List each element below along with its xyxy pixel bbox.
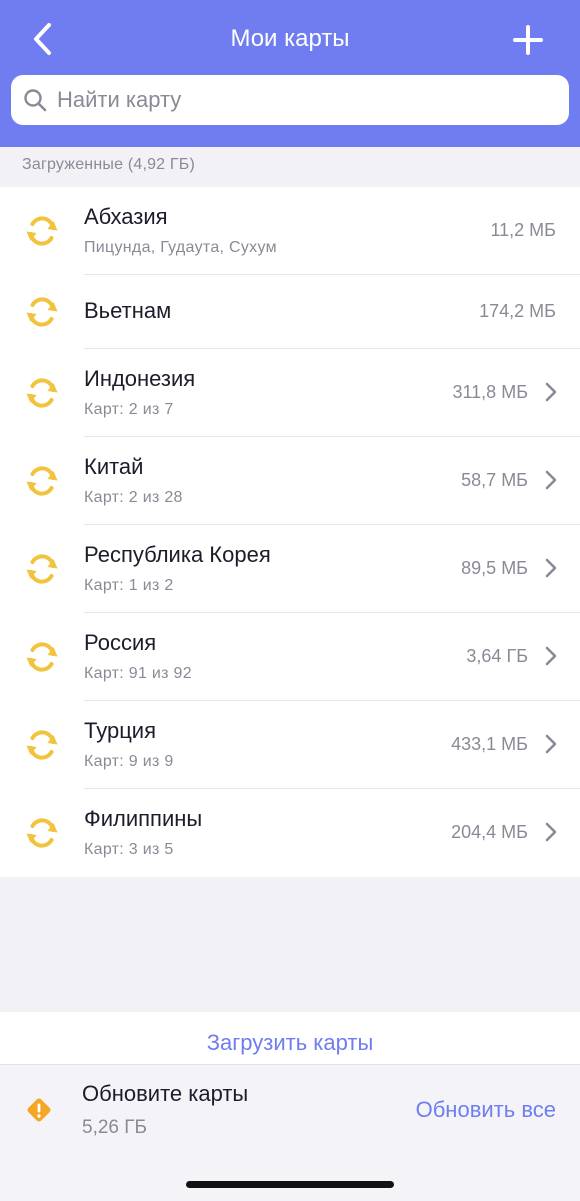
plus-icon (513, 25, 543, 55)
home-indicator (186, 1181, 394, 1188)
chevron-right-icon (545, 382, 557, 402)
map-list-item[interactable]: Турция Карт: 9 из 9 433,1 МБ (0, 701, 580, 789)
map-size: 433,1 МБ (451, 734, 528, 754)
chevron-right-icon (545, 734, 557, 754)
map-size: 174,2 МБ (479, 301, 556, 321)
map-list-item[interactable]: Китай Карт: 2 из 28 58,7 МБ (0, 437, 580, 525)
map-name: Китай (84, 454, 144, 479)
map-size: 3,64 ГБ (466, 646, 528, 666)
add-map-button[interactable] (506, 18, 550, 62)
update-title: Обновите карты (82, 1081, 249, 1106)
search-input[interactable] (55, 86, 539, 114)
sync-icon (26, 730, 58, 760)
map-list-item[interactable]: Республика Корея Карт: 1 из 2 89,5 МБ (0, 525, 580, 613)
map-subtitle: Карт: 2 из 28 (84, 489, 183, 506)
sync-icon (26, 818, 58, 848)
sync-icon (26, 466, 58, 496)
sync-icon (26, 297, 58, 327)
map-list-item[interactable]: Абхазия Пицунда, Гудаута, Сухум 11,2 МБ (0, 187, 580, 275)
header: Мои карты (0, 0, 580, 147)
map-size: 311,8 МБ (452, 382, 528, 402)
map-subtitle: Карт: 91 из 92 (84, 665, 192, 682)
sync-icon (26, 554, 58, 584)
map-size: 58,7 МБ (461, 470, 528, 490)
search-bar[interactable] (11, 75, 569, 125)
map-subtitle: Карт: 3 из 5 (84, 841, 174, 858)
map-list-item[interactable]: Индонезия Карт: 2 из 7 311,8 МБ (0, 349, 580, 437)
chevron-right-icon (545, 822, 557, 842)
load-maps-button[interactable]: Загрузить карты (207, 1030, 374, 1056)
map-subtitle: Карт: 9 из 9 (84, 753, 174, 770)
chevron-right-icon (545, 558, 557, 578)
map-subtitle: Карт: 2 из 7 (84, 401, 174, 418)
map-name: Турция (84, 718, 156, 743)
load-maps-bar: Загрузить карты (0, 1012, 580, 1064)
sync-icon (26, 378, 58, 408)
warning-icon (27, 1098, 51, 1122)
map-name: Индонезия (84, 366, 196, 391)
update-all-button[interactable]: Обновить все (416, 1097, 556, 1123)
map-list-item[interactable]: Россия Карт: 91 из 92 3,64 ГБ (0, 613, 580, 701)
update-size: 5,26 ГБ (82, 1117, 148, 1138)
map-list-item[interactable]: Филиппины Карт: 3 из 5 204,4 МБ (0, 789, 580, 877)
maps-list: Абхазия Пицунда, Гудаута, Сухум 11,2 МБ Вье… (0, 187, 580, 877)
chevron-right-icon (545, 470, 557, 490)
section-title: Загруженные (4,92 ГБ) (22, 156, 196, 173)
map-list-item[interactable]: Вьетнам 174,2 МБ (0, 275, 580, 349)
map-size: 204,4 МБ (451, 822, 528, 842)
map-size: 89,5 МБ (461, 558, 528, 578)
map-name: Республика Корея (84, 542, 271, 567)
map-name: Россия (84, 630, 157, 655)
map-name: Филиппины (84, 806, 203, 831)
sync-icon (26, 216, 58, 246)
search-icon (24, 89, 47, 112)
map-subtitle: Пицунда, Гудаута, Сухум (84, 239, 277, 256)
map-subtitle: Карт: 1 из 2 (84, 577, 174, 594)
chevron-right-icon (545, 646, 557, 666)
map-size: 11,2 МБ (490, 220, 556, 240)
map-name: Вьетнам (84, 298, 172, 323)
page-title: Мои карты (230, 25, 350, 52)
map-name: Абхазия (84, 204, 168, 229)
sync-icon (26, 642, 58, 672)
